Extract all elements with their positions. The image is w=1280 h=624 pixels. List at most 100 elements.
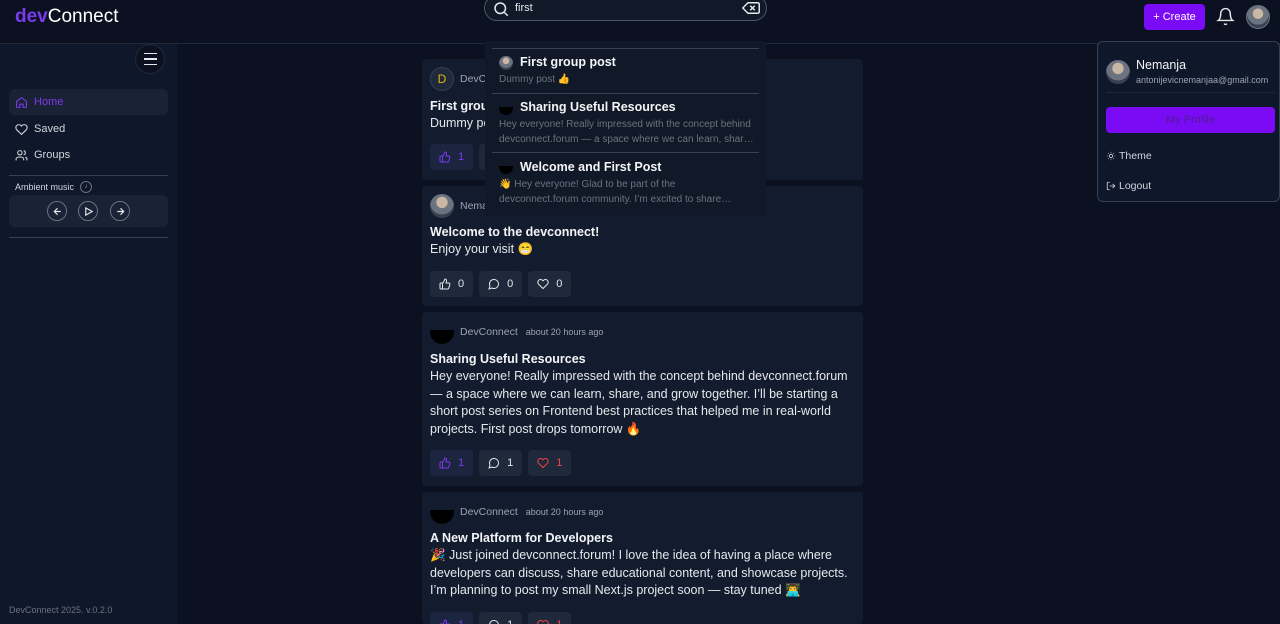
- menu-toggle-button[interactable]: [135, 44, 165, 74]
- music-badge-icon: ♪: [80, 181, 93, 193]
- sidebar-divider: [9, 175, 168, 176]
- comment-icon: [488, 458, 500, 469]
- user-avatar[interactable]: [1246, 5, 1270, 29]
- search-result-title: Sharing Useful Resources: [520, 100, 676, 114]
- post-title[interactable]: First grou: [430, 99, 488, 113]
- like-count: 1: [458, 151, 465, 163]
- play-icon: [84, 206, 93, 216]
- post-title[interactable]: Sharing Useful Resources: [430, 352, 586, 366]
- search-results-dropdown: First group post Dummy post 👍 Sharing Us…: [485, 41, 766, 216]
- profile-name: Nemanja: [1136, 58, 1187, 72]
- post-body: 🎉 Just joined devconnect.forum! I love t…: [430, 548, 848, 598]
- search-result-snippet: Hey everyone! Really impressed with the …: [499, 119, 754, 145]
- heart-icon: [537, 278, 549, 290]
- heart-icon: [537, 619, 549, 624]
- app-version: DevConnect 2025. v.0.2.0: [9, 605, 113, 615]
- search-icon: [494, 2, 509, 17]
- avatar[interactable]: [430, 194, 454, 218]
- search-input[interactable]: first: [515, 2, 533, 14]
- post-author[interactable]: DevConnect: [460, 326, 518, 338]
- my-profile-button[interactable]: My Profile: [1106, 107, 1275, 133]
- bell-icon[interactable]: [1216, 7, 1235, 26]
- app-logo[interactable]: devConnect: [15, 6, 119, 28]
- post-body: Hey everyone! Really impressed with the …: [430, 369, 848, 437]
- comment-button[interactable]: 1: [479, 612, 523, 624]
- sidebar-item-label: Groups: [34, 149, 71, 161]
- post-body: Enjoy your visit 😁: [430, 242, 534, 256]
- search-result-title: Welcome and First Post: [520, 160, 662, 174]
- search-result-snippet: Dummy post 👍: [499, 74, 571, 85]
- search-result-item[interactable]: Welcome and First Post 👋 Hey everyone! G…: [492, 152, 759, 212]
- post-author[interactable]: DevC: [460, 73, 486, 85]
- post-card[interactable]: DevConnect about 20 hours ago A New Plat…: [422, 492, 863, 624]
- comment-button[interactable]: 0: [479, 271, 523, 297]
- post-actions: 1 1 1: [430, 612, 572, 624]
- post-actions: 1 1 1: [430, 450, 572, 476]
- post-author[interactable]: DevConnect: [460, 506, 518, 518]
- search-result-title: First group post: [520, 55, 616, 69]
- post-header: Nema: [430, 194, 488, 218]
- post-actions: 0 0 0: [430, 271, 572, 297]
- like-button[interactable]: 1: [430, 450, 474, 476]
- sidebar-item-saved[interactable]: Saved: [9, 116, 168, 142]
- comment-count: 1: [507, 457, 514, 469]
- play-button[interactable]: [78, 201, 98, 221]
- logout-menu-item[interactable]: Logout: [1106, 180, 1151, 192]
- favorite-button[interactable]: 1: [528, 612, 572, 624]
- comment-count: 1: [507, 619, 513, 624]
- comment-count: 0: [507, 278, 514, 290]
- post-header: D DevC: [430, 67, 486, 91]
- comment-icon: [488, 279, 500, 290]
- next-track-button[interactable]: [110, 201, 130, 221]
- thumbs-up-icon: [439, 278, 451, 290]
- arrow-right-icon: [116, 207, 125, 215]
- clear-search-icon[interactable]: [742, 1, 760, 15]
- favorite-button[interactable]: 1: [528, 450, 572, 476]
- post-timestamp: about 20 hours ago: [525, 327, 604, 337]
- heart-icon: [537, 457, 549, 469]
- avatar: [1106, 60, 1130, 84]
- like-count: 1: [458, 619, 464, 624]
- sidebar-item-home[interactable]: Home: [9, 89, 168, 115]
- post-title[interactable]: A New Platform for Developers: [430, 531, 613, 545]
- heart-icon: [15, 123, 28, 135]
- avatar[interactable]: [430, 500, 454, 524]
- sidebar-divider: [9, 237, 168, 238]
- comment-button[interactable]: 1: [479, 450, 523, 476]
- post-timestamp: about 20 hours ago: [525, 507, 604, 517]
- previous-track-button[interactable]: [47, 201, 67, 221]
- favorite-button[interactable]: 0: [528, 271, 572, 297]
- like-button[interactable]: 1: [430, 612, 474, 624]
- users-icon: [15, 149, 28, 160]
- comment-icon: [489, 620, 499, 624]
- post-card[interactable]: DevConnect about 20 hours ago Sharing Us…: [422, 312, 863, 486]
- avatar[interactable]: D: [430, 67, 454, 91]
- profile-email: antonijevicnemanjaa@gmail.com: [1136, 75, 1269, 85]
- search-result-item[interactable]: First group post Dummy post 👍: [492, 48, 759, 93]
- post-title[interactable]: Welcome to the devconnect!: [430, 225, 599, 239]
- favorite-count: 1: [556, 457, 563, 469]
- like-button[interactable]: 0: [430, 271, 474, 297]
- thumbs-up-icon: [440, 619, 450, 624]
- logout-icon: [1106, 181, 1116, 191]
- sidebar-item-groups[interactable]: Groups: [9, 142, 168, 168]
- post-author[interactable]: Nema: [460, 200, 488, 212]
- sidebar-item-label: Saved: [34, 123, 66, 135]
- avatar: [499, 160, 513, 174]
- search-bar[interactable]: first: [484, 0, 767, 21]
- create-button[interactable]: + Create: [1144, 4, 1205, 30]
- profile-menu: Nemanja antonijevicnemanjaa@gmail.com My…: [1097, 41, 1280, 202]
- like-button[interactable]: 1: [430, 144, 474, 170]
- thumbs-up-icon: [439, 457, 451, 469]
- hamburger-icon: [143, 52, 157, 55]
- theme-menu-item[interactable]: Theme: [1106, 150, 1152, 162]
- avatar[interactable]: [430, 320, 454, 344]
- avatar: [499, 101, 513, 115]
- favorite-count: 1: [556, 619, 562, 624]
- like-count: 0: [458, 278, 465, 290]
- thumbs-up-icon: [439, 151, 451, 163]
- post-header: DevConnect about 20 hours ago: [430, 500, 603, 524]
- music-player: [9, 195, 168, 227]
- search-result-item[interactable]: Sharing Useful Resources Hey everyone! R…: [492, 93, 759, 152]
- sidebar: Home Saved Groups Ambient music ♪ DevCon…: [0, 44, 177, 624]
